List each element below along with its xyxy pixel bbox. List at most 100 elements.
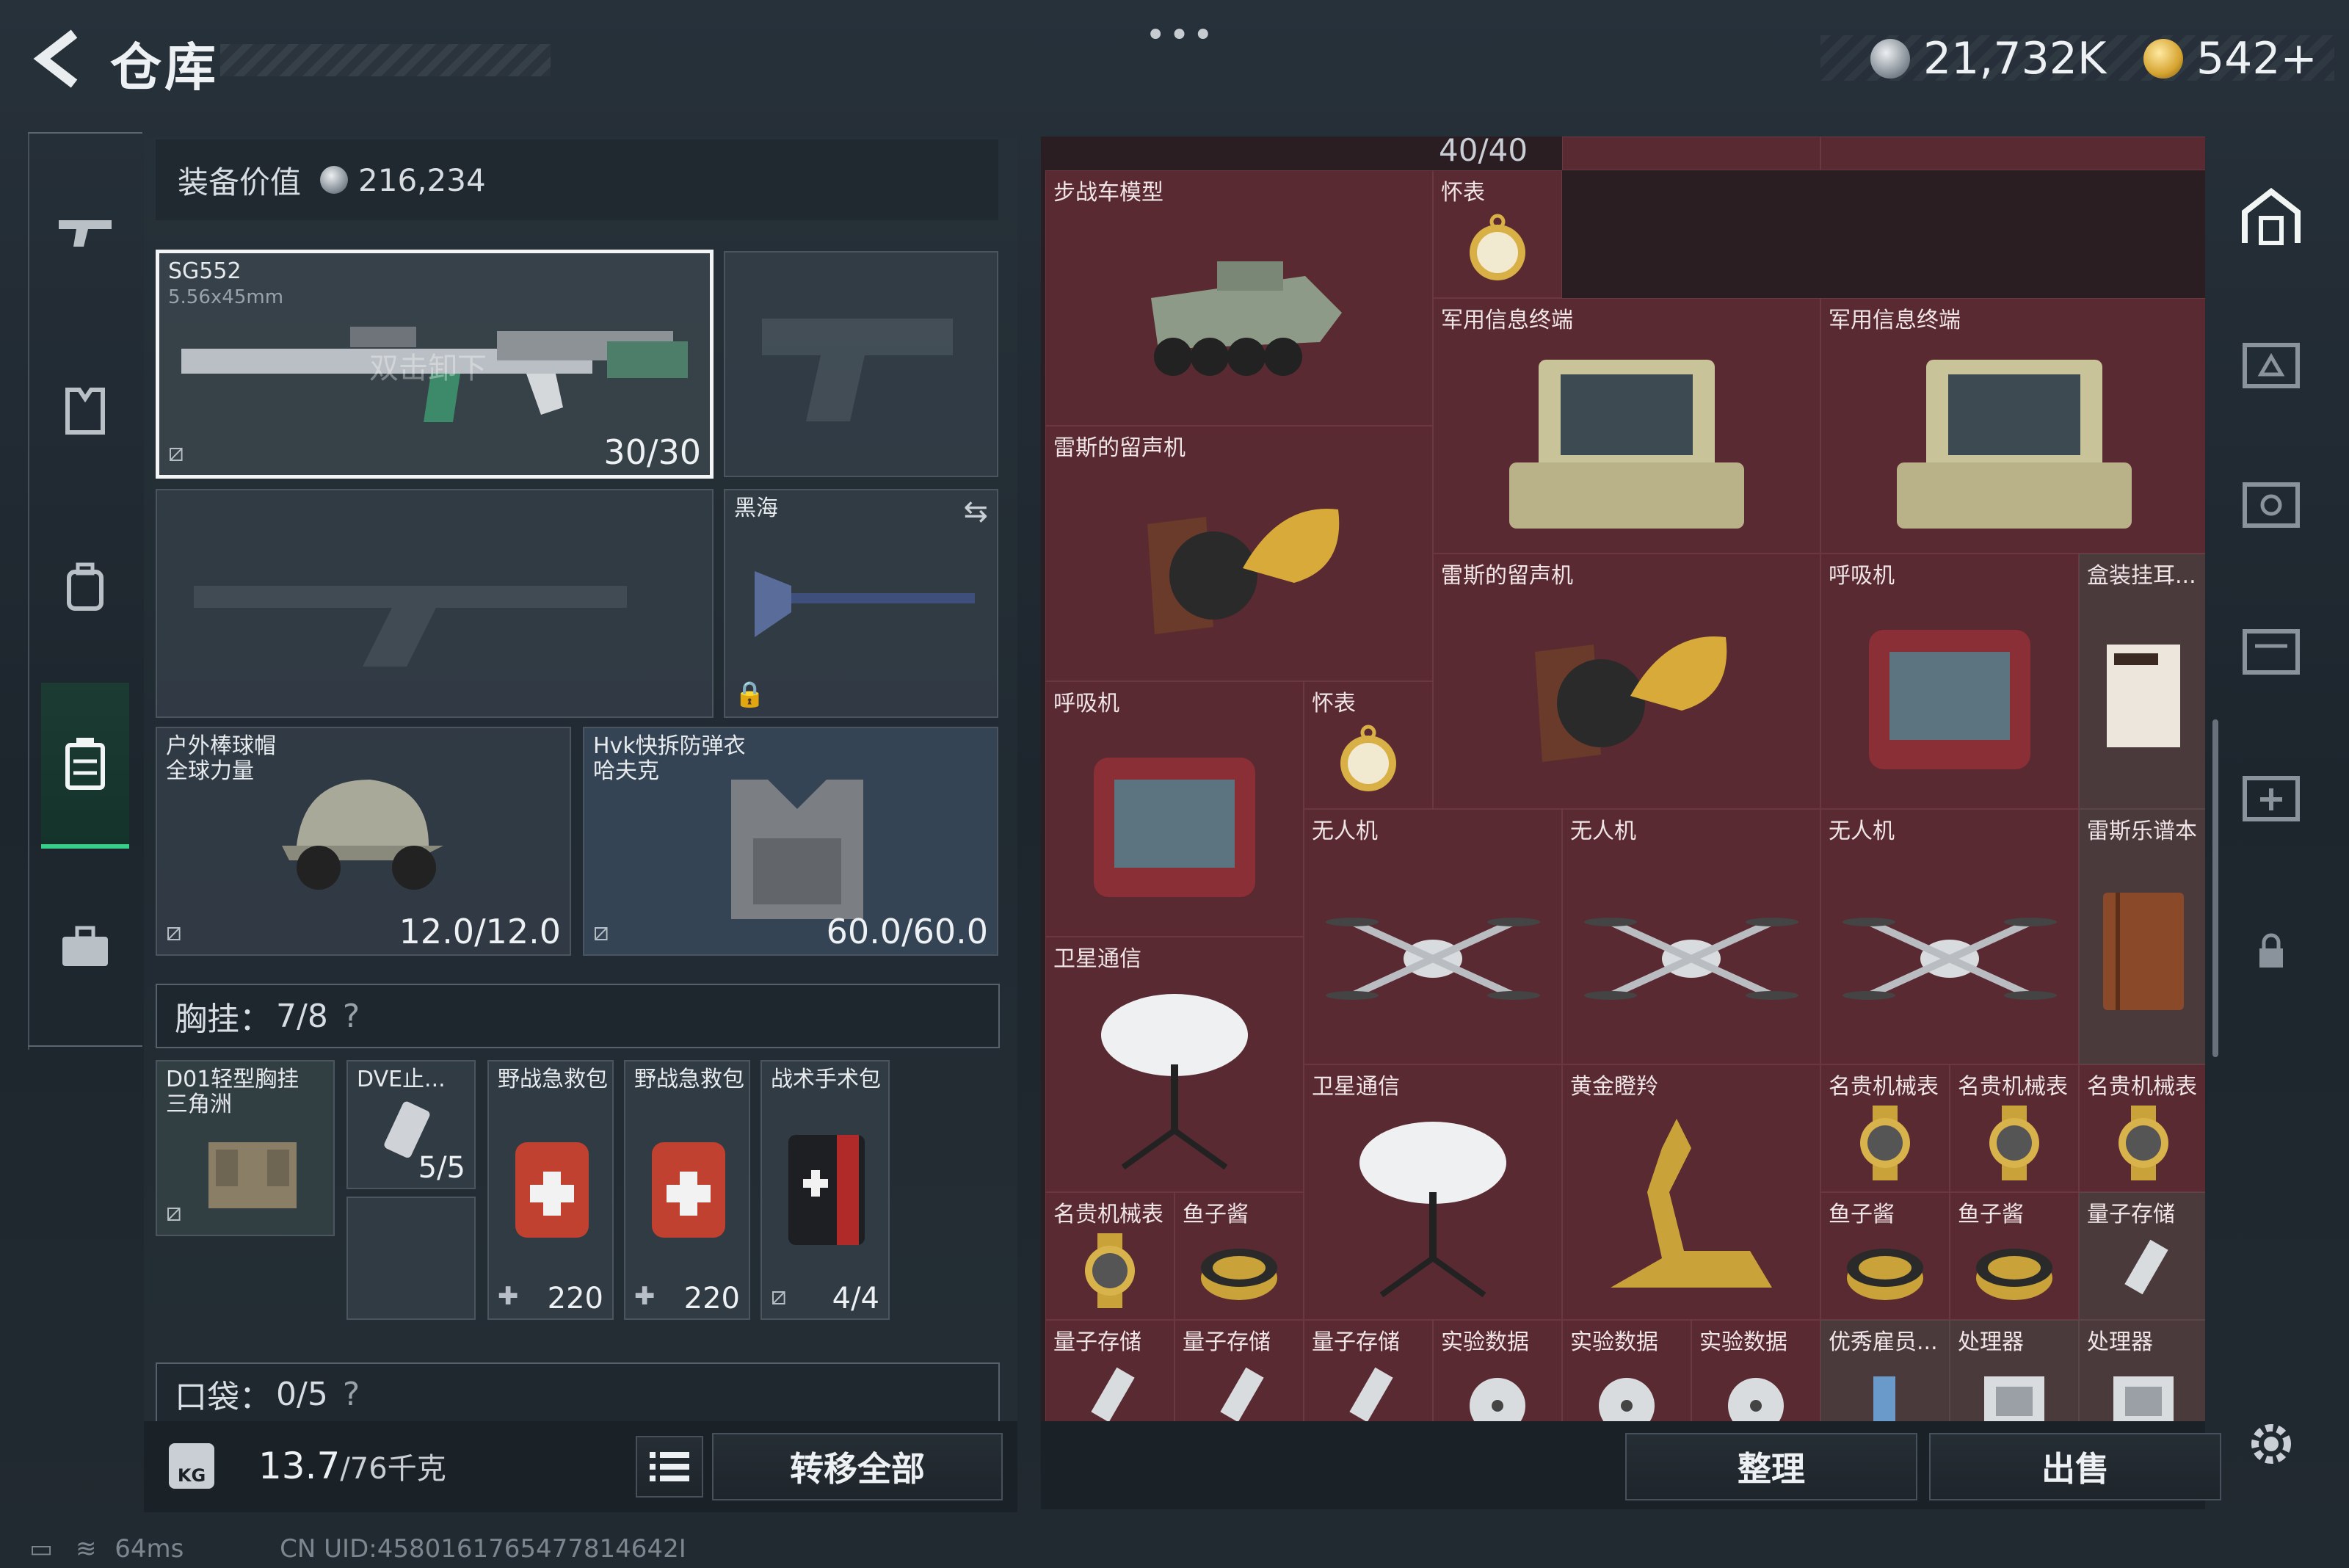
caviar-icon (1175, 1222, 1303, 1319)
item-qty: 5/5 (418, 1151, 465, 1185)
usb-icon (2080, 1222, 2205, 1319)
drone-icon (1821, 839, 2078, 1064)
stash-page-2-icon[interactable] (2236, 609, 2306, 690)
stash-item[interactable]: 名贵机械表 (1820, 1064, 1950, 1192)
phono-icon (1434, 584, 1820, 808)
rig-item-dve[interactable]: DVE止... 5/5 (346, 1060, 476, 1189)
stash-item[interactable]: 名贵机械表 (1045, 1192, 1174, 1320)
stash-item[interactable]: 处理器 (2079, 1320, 2205, 1421)
stash-item[interactable]: 量子存储 (1304, 1320, 1433, 1421)
wwatch-icon (1046, 1222, 1174, 1319)
helmet-slot[interactable]: 户外棒球帽 全球力量 ⧄ 12.0/12.0 (156, 727, 571, 956)
case-tab-icon[interactable] (41, 903, 129, 991)
vent-icon (1821, 584, 2078, 808)
stash-item[interactable]: 无人机 (1820, 809, 2079, 1064)
stash-item-partial[interactable] (1820, 137, 2205, 170)
stash-item[interactable]: 无人机 (1304, 809, 1562, 1064)
stash-item[interactable]: 实验数据 (1562, 1320, 1691, 1421)
stash-item-name: 盒装挂耳... (2087, 563, 2196, 589)
list-view-button[interactable] (636, 1436, 703, 1498)
helmet-brand: 全球力量 (166, 758, 254, 784)
stash-item[interactable]: 雷斯乐谱本 (2079, 809, 2205, 1064)
stash-item[interactable]: 鱼子酱 (1820, 1192, 1950, 1320)
stash-item[interactable]: 优秀雇员... (1820, 1320, 1950, 1421)
rig-item-chest-rig[interactable]: D01轻型胸挂 三角洲 ⧄ (156, 1060, 335, 1236)
stash-item-name: 军用信息终端 (1441, 308, 1573, 333)
stash-item[interactable]: 雷斯的留声机 (1045, 426, 1433, 681)
stash-item[interactable]: 怀表 (1433, 170, 1562, 298)
stash-item[interactable]: 军用信息终端 (1433, 298, 1820, 553)
usb-icon (1304, 1350, 1432, 1421)
stash-item[interactable]: 鱼子酱 (1174, 1192, 1304, 1320)
no-insure-icon: ⧄ (771, 1282, 787, 1311)
help-icon[interactable]: ? (343, 1376, 360, 1413)
settings-gear-icon[interactable] (2236, 1404, 2306, 1484)
help-icon[interactable]: ? (343, 998, 360, 1035)
swap-icon[interactable]: ⇆ (963, 495, 988, 529)
weapon-name: SG552 (168, 258, 242, 284)
stash-item[interactable]: 步战车模型 (1045, 170, 1433, 426)
armor-slot[interactable]: Hvk快拆防弹衣 哈夫克 ⧄ 60.0/60.0 (583, 727, 998, 956)
stash-item[interactable]: 名贵机械表 (1950, 1064, 2079, 1192)
stash-item[interactable]: 卫星通信 (1304, 1064, 1562, 1320)
stash-item-name: 怀表 (1441, 180, 1485, 206)
stash-item-name: 黄金瞪羚 (1570, 1074, 1658, 1100)
rig-empty-slot[interactable] (346, 1197, 476, 1320)
stash-item[interactable]: 呼吸机 (1820, 553, 2079, 809)
armor-tab-icon[interactable] (41, 367, 129, 455)
stash-item-name: 处理器 (2087, 1329, 2153, 1355)
stash-item[interactable]: 雷斯的留声机 (1433, 553, 1820, 809)
primary-weapon-slot[interactable]: SG552 5.56x45mm 双击卸下 ⧄ 30/30 (156, 250, 714, 479)
stash-item-name: 雷斯乐谱本 (2087, 819, 2197, 844)
stash-item[interactable]: 呼吸机 (1045, 681, 1304, 937)
stash-scrollbar[interactable] (2212, 719, 2218, 1057)
rig-item-surgical-kit[interactable]: 战术手术包 ⧄ 4/4 (760, 1060, 890, 1320)
stash-item[interactable]: 无人机 (1562, 809, 1820, 1064)
rig-item-first-aid-kit[interactable]: 野战急救包 ✚ 220 (487, 1060, 614, 1320)
stash-item[interactable]: 怀表 (1304, 681, 1433, 809)
pistol-slot[interactable] (724, 251, 998, 477)
stash-item[interactable]: 量子存储 (1045, 1320, 1174, 1421)
stash-item[interactable]: 量子存储 (2079, 1192, 2205, 1320)
stash-tab-icon[interactable] (2236, 176, 2306, 257)
melee-slot[interactable]: 黑海 ⇆ 🔒 (724, 489, 998, 718)
wifi-icon: ≋ (75, 1534, 97, 1564)
stash-item[interactable]: 处理器 (1950, 1320, 2079, 1421)
stash-item[interactable]: 卫星通信 (1045, 937, 1304, 1192)
stash-item[interactable]: 实验数据 (1691, 1320, 1820, 1421)
stash-page-4-icon[interactable] (2236, 462, 2306, 543)
gold-currency[interactable]: 542+ (2143, 29, 2317, 88)
chest-rig-tab-icon[interactable] (41, 683, 129, 849)
stash-page-3-icon[interactable] (2236, 323, 2306, 404)
lock-icon[interactable] (2236, 910, 2306, 991)
more-menu-button[interactable]: ••• (1145, 15, 1216, 56)
chest-rig-icon (208, 1142, 297, 1208)
stash-item[interactable]: 黄金瞪羚 (1562, 1064, 1820, 1320)
stash-item[interactable]: 鱼子酱 (1950, 1192, 2079, 1320)
rig-item-first-aid-kit[interactable]: 野战急救包 ✚ 220 (624, 1060, 750, 1320)
phono-icon (1046, 456, 1432, 680)
stash-item[interactable]: 实验数据 (1433, 1320, 1562, 1421)
sort-button[interactable]: 整理 (1625, 1433, 1917, 1500)
stash-item[interactable]: 盒装挂耳... (2079, 553, 2205, 809)
wwatch-icon (2080, 1095, 2205, 1191)
sell-button[interactable]: 出售 (1929, 1433, 2221, 1500)
secondary-weapon-slot[interactable] (156, 489, 714, 718)
usb-icon (1046, 1350, 1174, 1421)
wwatch-icon (1950, 1095, 2078, 1191)
backpack-tab-icon[interactable] (41, 543, 129, 631)
disc-icon (1563, 1350, 1691, 1421)
stash-item[interactable]: 名贵机械表 (2079, 1064, 2205, 1192)
stash-item[interactable]: 军用信息终端 (1820, 298, 2205, 553)
back-button[interactable] (28, 29, 87, 88)
axe-icon (755, 571, 975, 637)
deer-icon (1563, 1095, 1820, 1319)
stash-item-name: 无人机 (1312, 819, 1378, 844)
transfer-all-button[interactable]: 转移全部 (712, 1433, 1003, 1500)
stash-page-add-icon[interactable] (2236, 756, 2306, 837)
terminal-icon (1821, 328, 2205, 553)
stash-item[interactable]: 量子存储 (1174, 1320, 1304, 1421)
stash-item-partial[interactable] (1562, 137, 1820, 170)
weapon-tab-icon[interactable] (41, 188, 129, 276)
item-qty: 220 (683, 1282, 740, 1315)
